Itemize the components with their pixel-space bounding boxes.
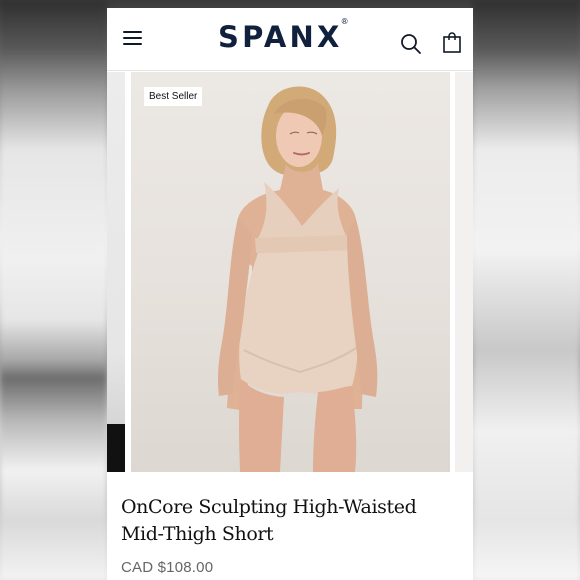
best-seller-badge: Best Seller bbox=[144, 87, 203, 106]
product-title: OnCore Sculpting High-Waisted Mid-Thigh … bbox=[121, 496, 417, 545]
logo-text: SPANX bbox=[218, 20, 343, 54]
previous-image-slide[interactable] bbox=[107, 72, 125, 472]
hamburger-menu-icon[interactable] bbox=[123, 30, 142, 46]
product-page-screen: SPANX® Best Seller OnCore Sculpting High… bbox=[107, 8, 473, 580]
model-wearing-shapewear-image bbox=[218, 86, 378, 472]
spanx-logo[interactable]: SPANX® bbox=[218, 18, 349, 54]
product-price: CAD $108.00 bbox=[121, 559, 214, 576]
next-image-slide[interactable] bbox=[455, 72, 473, 472]
search-icon[interactable] bbox=[400, 33, 422, 55]
blurred-background-left bbox=[0, 0, 107, 580]
product-main-image[interactable]: Best Seller bbox=[131, 72, 450, 472]
shopping-bag-icon[interactable] bbox=[442, 32, 462, 54]
product-image-carousel[interactable]: Best Seller bbox=[107, 72, 473, 472]
site-header: SPANX® bbox=[107, 8, 473, 71]
registered-mark: ® bbox=[340, 17, 349, 27]
blurred-background-right bbox=[473, 0, 580, 580]
